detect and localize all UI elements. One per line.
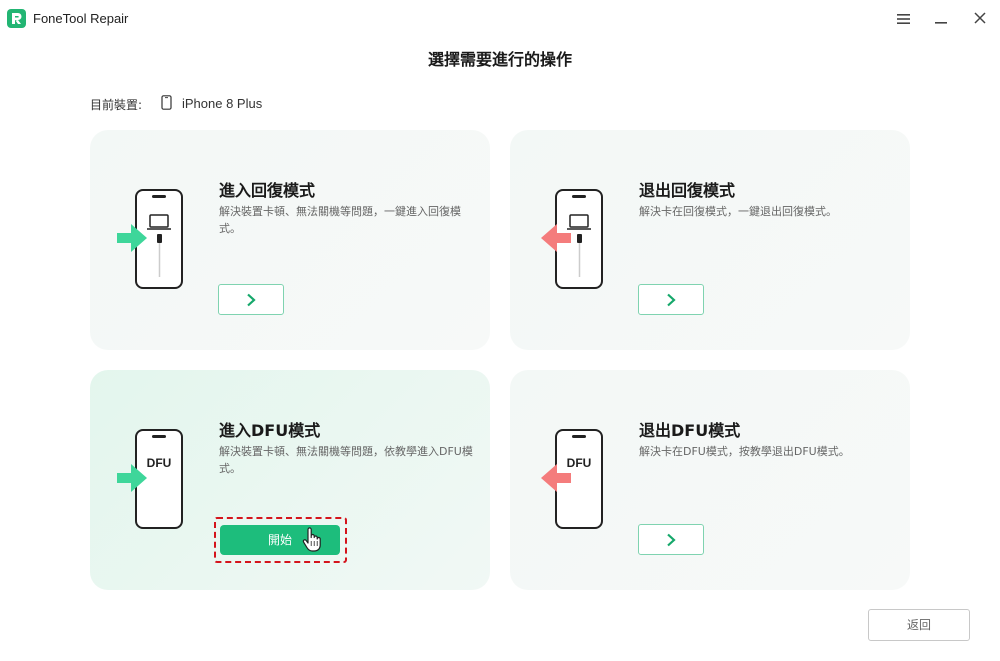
enter-recovery-next-button[interactable] xyxy=(218,284,284,315)
exit-recovery-mode-card[interactable]: 退出回復模式 解決卡在回復模式，一鍵退出回復模式。 xyxy=(510,130,910,350)
close-icon xyxy=(974,12,986,24)
dfu-screen-text: DFU xyxy=(567,456,592,470)
exit-dfu-mode-card[interactable]: DFU 退出DFU模式 解決卡在DFU模式，按教學退出DFU模式。 xyxy=(510,370,910,590)
chevron-right-icon xyxy=(667,293,676,307)
title-bar: FoneTool Repair xyxy=(0,0,1000,38)
app-logo-icon xyxy=(7,9,26,28)
minimize-icon xyxy=(935,22,947,24)
dfu-screen-text: DFU xyxy=(147,456,172,470)
start-button[interactable]: 開始 xyxy=(220,525,340,555)
device-name: iPhone 8 Plus xyxy=(182,96,263,111)
exit-dfu-illustration: DFU xyxy=(536,428,612,532)
enter-recovery-illustration xyxy=(116,188,192,292)
card-description: 解決卡在DFU模式，按教學退出DFU模式。 xyxy=(639,445,850,458)
app-title: FoneTool Repair xyxy=(33,11,129,26)
exit-recovery-next-button[interactable] xyxy=(638,284,704,315)
chevron-right-icon xyxy=(247,293,256,307)
device-label: 目前裝置: xyxy=(90,98,143,112)
card-description: 解決卡在回復模式，一鍵退出回復模式。 xyxy=(639,205,837,218)
exit-dfu-next-button[interactable] xyxy=(638,524,704,555)
chevron-right-icon xyxy=(667,533,676,547)
enter-recovery-mode-card[interactable]: 進入回復模式 解決裝置卡頓、無法關機等問題，一鍵進入回復模式。 xyxy=(90,130,490,350)
menu-button[interactable] xyxy=(892,8,916,30)
back-button[interactable]: 返回 xyxy=(868,609,970,641)
card-title: 進入DFU模式 xyxy=(219,421,321,440)
card-title: 進入回復模式 xyxy=(219,181,316,200)
card-description: 解決裝置卡頓、無法關機等問題，依教學進入DFU模式。 xyxy=(219,445,473,475)
phone-icon xyxy=(161,95,172,110)
hamburger-icon xyxy=(897,14,910,24)
card-description: 解決裝置卡頓、無法關機等問題，一鍵進入回復模式。 xyxy=(219,205,461,235)
hand-cursor-icon xyxy=(302,527,321,552)
card-title: 退出DFU模式 xyxy=(639,421,741,440)
minimize-button[interactable] xyxy=(929,8,953,30)
enter-dfu-illustration: DFU xyxy=(116,428,192,532)
close-button[interactable] xyxy=(968,8,992,30)
exit-recovery-illustration xyxy=(536,188,612,292)
card-title: 退出回復模式 xyxy=(639,181,736,200)
enter-dfu-mode-card[interactable]: DFU 進入DFU模式 解決裝置卡頓、無法關機等問題，依教學進入DFU模式。 開… xyxy=(90,370,490,590)
page-title: 選擇需要進行的操作 xyxy=(427,50,572,69)
